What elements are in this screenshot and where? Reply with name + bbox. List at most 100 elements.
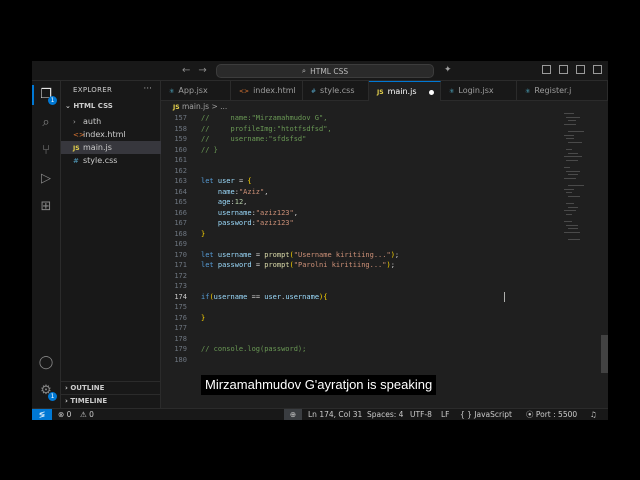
tab-label: App.jsx — [178, 86, 208, 95]
minimap-line — [564, 167, 570, 168]
tab-style-css[interactable]: # style.css — [303, 81, 369, 101]
code-line[interactable]: 173 — [161, 281, 187, 292]
code-editor[interactable]: 157 // name:"Mirzamahmudov G", 158 // profi… — [161, 113, 601, 408]
tab-label: Register.j — [534, 86, 572, 95]
toggle-sidebar-icon[interactable] — [542, 65, 551, 74]
code-line[interactable]: 174 if(username == user.username){ — [161, 292, 327, 303]
tab-label: main.js — [387, 87, 417, 96]
line-number: 174 — [174, 292, 187, 301]
settings-gear-icon[interactable]: ⚙ 1 — [38, 383, 57, 401]
code-line[interactable]: 168} — [161, 229, 205, 240]
language-mode[interactable]: { } JavaScript — [460, 409, 512, 420]
minimap-line — [566, 170, 580, 172]
code-line[interactable]: 172 — [161, 271, 187, 282]
code-line[interactable]: 162 — [161, 166, 187, 177]
code-line[interactable]: 179 // console.log(password); — [161, 344, 306, 355]
minimap-line — [566, 203, 574, 204]
indentation[interactable]: Spaces: 4 — [367, 409, 403, 420]
tree-item-auth[interactable]: › auth — [61, 115, 161, 128]
timeline-section[interactable]: › TIMELINE — [61, 394, 161, 407]
code-line[interactable]: 164 name:"Aziz", — [161, 187, 268, 198]
code-line[interactable]: 180 — [161, 355, 187, 366]
tree-item-style-css[interactable]: # style.css — [61, 154, 161, 167]
minimap-line — [568, 206, 578, 208]
line-source: let password = prompt("Parolni kiritiing… — [201, 261, 395, 269]
code-line[interactable]: 178 — [161, 334, 187, 345]
project-folder[interactable]: ⌄ HTML CSS — [65, 102, 113, 110]
minimap-line — [568, 141, 582, 143]
breadcrumb-rest[interactable]: ... — [220, 102, 227, 111]
tree-item-main-js[interactable]: JS main.js — [61, 141, 161, 154]
live-server-port[interactable]: ⦿ Port : 5500 — [526, 409, 577, 420]
customize-layout-icon[interactable] — [593, 65, 602, 74]
cursor-position[interactable]: Ln 174, Col 31 — [308, 409, 362, 420]
toggle-panel-icon[interactable] — [559, 65, 568, 74]
outline-section[interactable]: › OUTLINE — [61, 381, 161, 394]
line-source: let user = { — [201, 177, 252, 185]
line-number: 176 — [174, 313, 187, 322]
code-line[interactable]: 176} — [161, 313, 205, 324]
tree-item-label: index.html — [83, 130, 126, 139]
zoom-icon[interactable]: ⊕ — [284, 409, 302, 420]
code-line[interactable]: 167 password:"aziz123" — [161, 218, 293, 229]
explorer-icon[interactable]: ❐ 1 — [38, 87, 57, 105]
minimap[interactable] — [564, 113, 600, 263]
search-icon: ⌕ — [301, 66, 307, 75]
forward-arrow-icon[interactable]: → — [198, 65, 206, 76]
more-actions-icon[interactable]: ··· — [143, 84, 152, 94]
timeline-label: TIMELINE — [70, 397, 108, 405]
line-number: 158 — [174, 124, 187, 133]
tab-label: index.html — [253, 86, 296, 95]
editor-scrollbar-thumb[interactable] — [601, 335, 608, 373]
code-line[interactable]: 177 — [161, 323, 187, 334]
breadcrumb-file[interactable]: main.js — [182, 102, 209, 111]
tab-login-jsx[interactable]: ⚛ Login.jsx — [441, 81, 517, 101]
search-icon[interactable]: ⌕ — [38, 115, 54, 131]
line-number: 161 — [174, 156, 187, 164]
line-number: 160 — [174, 145, 187, 154]
breadcrumb-separator: > — [211, 102, 218, 111]
back-arrow-icon[interactable]: ← — [182, 65, 190, 76]
account-icon[interactable]: ◯ — [38, 355, 54, 371]
code-line[interactable]: 163 let user = { — [161, 176, 251, 187]
remote-indicator-icon[interactable]: ≶ — [32, 409, 52, 420]
tab-index-html[interactable]: <> index.html — [231, 81, 303, 101]
tab-app-jsx[interactable]: ⚛ App.jsx — [161, 81, 231, 101]
encoding[interactable]: UTF-8 — [410, 409, 432, 420]
toggle-secondary-sidebar-icon[interactable] — [576, 65, 585, 74]
react-icon: ⚛ — [169, 88, 175, 95]
tab-main-js[interactable]: JS main.js — [369, 81, 441, 101]
code-line[interactable]: 159 // username:"sfdsfsd" — [161, 134, 306, 145]
notifications-bell-icon[interactable]: ♫ — [590, 409, 597, 420]
code-line[interactable]: 166 username:"aziz123", — [161, 208, 298, 219]
code-line[interactable]: 175 — [161, 302, 187, 313]
copilot-icon[interactable]: ✦ — [444, 65, 452, 75]
line-number: 163 — [174, 177, 187, 185]
code-line[interactable]: 160 // } — [161, 145, 218, 156]
extensions-icon[interactable]: ⊞ — [38, 199, 54, 215]
code-line[interactable]: 161 — [161, 155, 187, 166]
errors-count[interactable]: ⊗ 0 — [58, 409, 71, 420]
line-source: name:"Aziz", — [217, 187, 269, 196]
source-control-icon[interactable]: ⑂ — [38, 143, 54, 159]
code-line[interactable]: 171 let password = prompt("Parolni kiriti… — [161, 260, 395, 271]
code-line[interactable]: 169 — [161, 239, 187, 250]
warnings-count[interactable]: ⚠ 0 — [80, 409, 94, 420]
tree-item-label: main.js — [83, 143, 112, 152]
tab-register[interactable]: ⚛ Register.j — [517, 81, 608, 101]
code-line[interactable]: 170 let username = prompt("Username kirit… — [161, 250, 399, 261]
minimap-line — [568, 131, 584, 132]
line-number: 165 — [174, 198, 187, 206]
line-number: 168 — [174, 229, 187, 238]
tree-item-index-html[interactable]: <>index.html — [61, 128, 161, 141]
line-number: 171 — [174, 261, 187, 269]
code-line[interactable]: 157 // name:"Mirzamahmudov G", — [161, 113, 327, 124]
code-line[interactable]: 165 age:12, — [161, 197, 247, 208]
code-line[interactable]: 158 // profileImg:"htotfsdfsd", — [161, 124, 331, 135]
line-source: // username:"sfdsfsd" — [201, 135, 307, 143]
minimap-line — [564, 221, 572, 222]
unsaved-dot-icon[interactable] — [429, 90, 434, 95]
command-center[interactable]: ⌕ HTML CSS — [216, 64, 434, 78]
line-endings[interactable]: LF — [441, 409, 450, 420]
run-debug-icon[interactable]: ▷ — [38, 171, 54, 187]
